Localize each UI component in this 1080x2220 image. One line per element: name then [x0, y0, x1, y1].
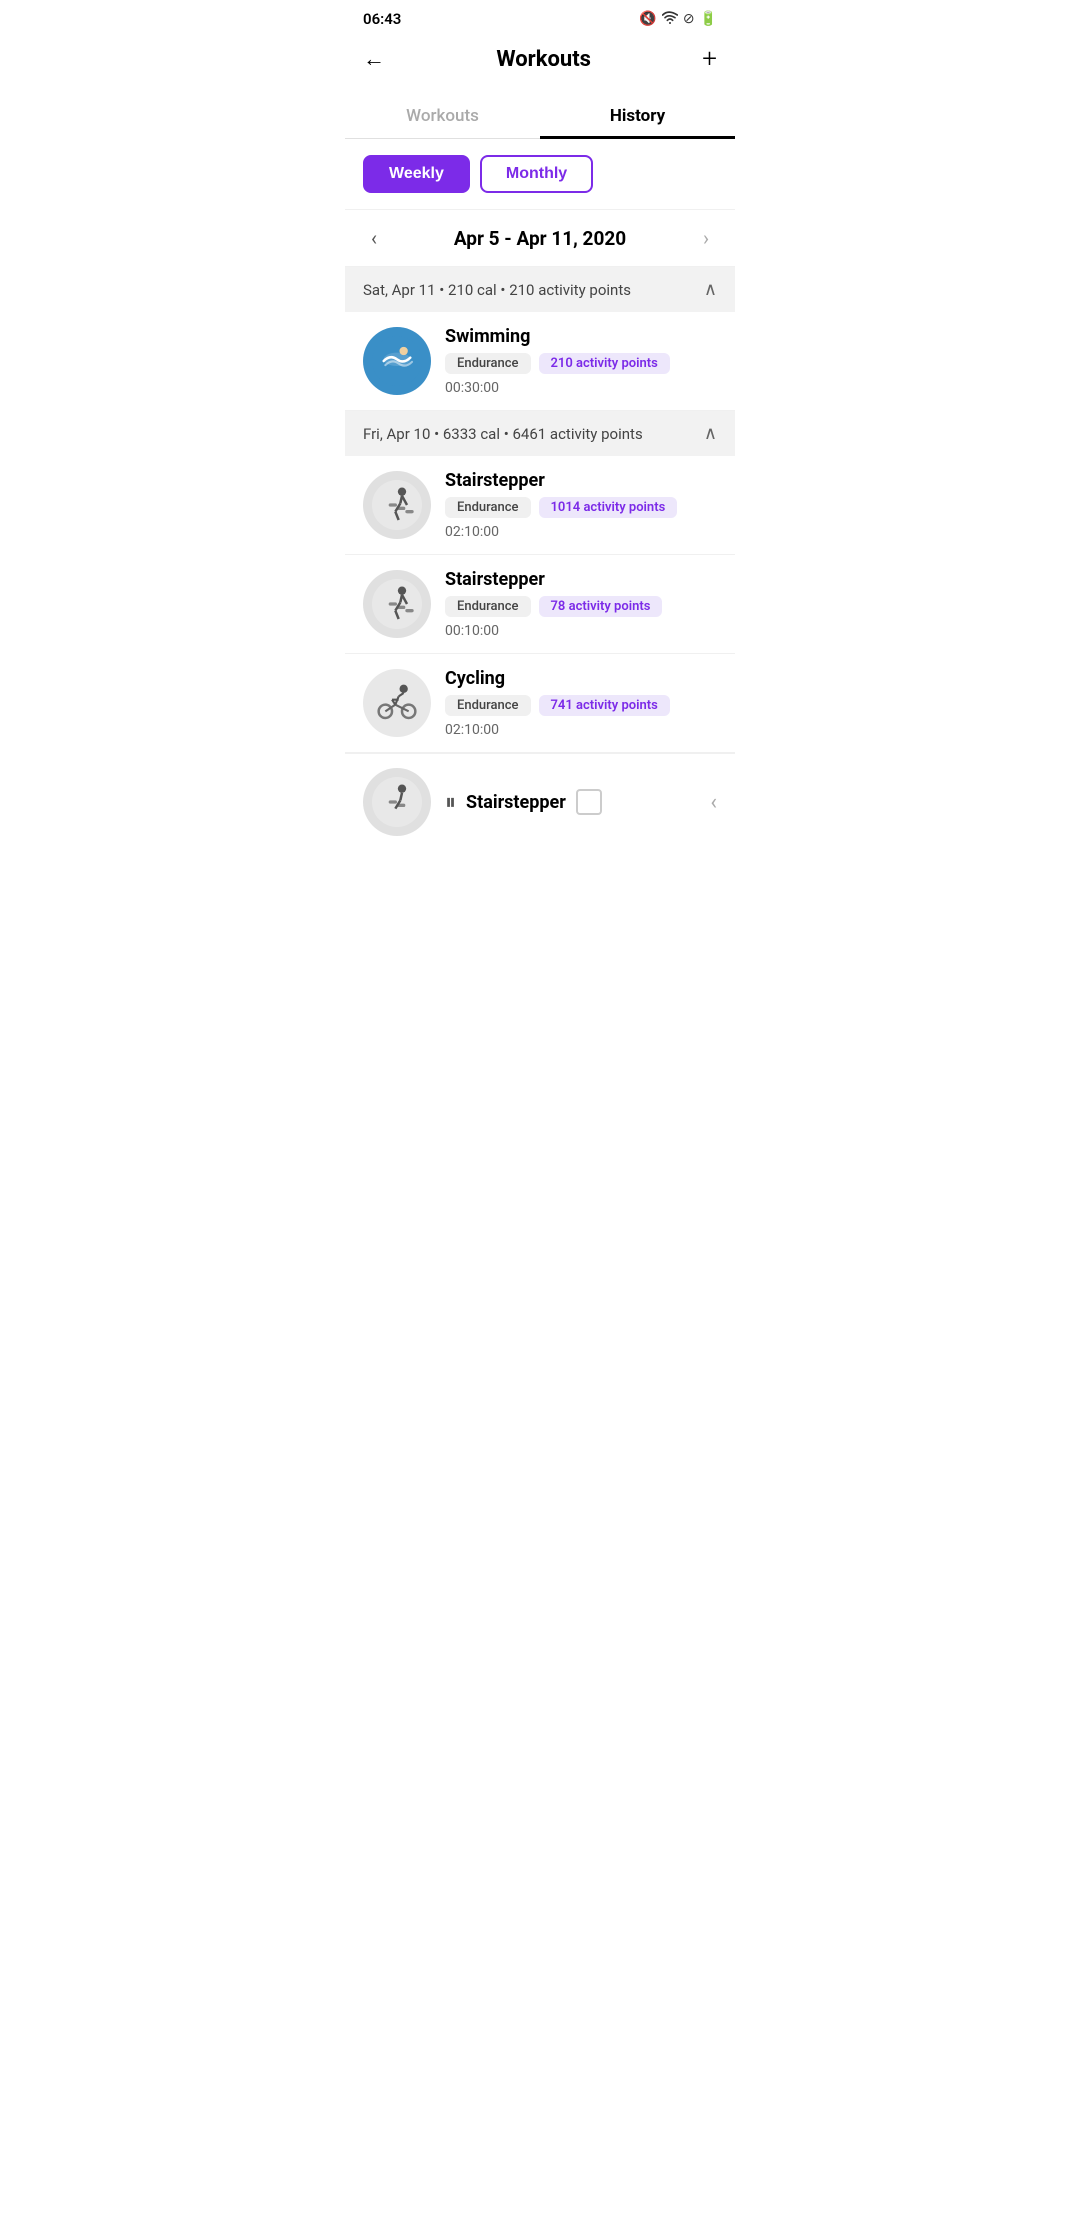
workout-info-cycling: Cycling Endurance 741 activity points 02… — [445, 668, 717, 738]
points-tag-stairstepper-1: 1014 activity points — [539, 497, 678, 518]
date-nav: ‹ Apr 5 - Apr 11, 2020 › — [345, 209, 735, 267]
next-date-button[interactable]: › — [695, 222, 717, 254]
duration-stairstepper-2: 00:10:00 — [445, 623, 717, 639]
workout-info-stairstepper-2: Stairstepper Endurance 78 activity point… — [445, 569, 717, 639]
status-bar: 06:43 🔇 ⊘ 🔋 — [345, 0, 735, 34]
date-range-label: Apr 5 - Apr 11, 2020 — [454, 227, 626, 250]
workout-avatar-stairstepper-2 — [363, 570, 431, 638]
workout-item-stairstepper-1[interactable]: Stairstepper Endurance 1014 activity poi… — [345, 456, 735, 555]
partial-workout-name: Stairstepper — [466, 792, 566, 813]
workout-avatar-stairstepper-1 — [363, 471, 431, 539]
points-tag-stairstepper-2: 78 activity points — [539, 596, 663, 617]
workout-name-swimming: Swimming — [445, 326, 717, 347]
wifi-icon — [662, 10, 678, 28]
workout-avatar-stairstepper-partial — [363, 768, 431, 836]
page-header: ← Workouts + — [345, 34, 735, 92]
filter-row: Weekly Monthly — [345, 139, 735, 209]
workout-tags-swimming: Endurance 210 activity points — [445, 353, 717, 374]
back-button[interactable]: ← — [363, 46, 385, 72]
workout-item-stairstepper-partial[interactable]: ⏸ Stairstepper ‹ — [345, 753, 735, 850]
add-button[interactable]: + — [702, 44, 717, 74]
duration-swimming: 00:30:00 — [445, 380, 717, 396]
muted-icon: 🔇 — [639, 11, 656, 27]
endurance-tag-stairstepper-2: Endurance — [445, 596, 531, 617]
back-partial-icon[interactable]: ‹ — [710, 790, 717, 815]
partial-info: ⏸ Stairstepper ‹ — [445, 789, 717, 815]
status-time: 06:43 — [363, 10, 401, 28]
endurance-tag-swimming: Endurance — [445, 353, 531, 374]
workout-item-swimming[interactable]: Swimming Endurance 210 activity points 0… — [345, 312, 735, 411]
status-icons: 🔇 ⊘ 🔋 — [639, 10, 717, 28]
workout-name-stairstepper-2: Stairstepper — [445, 569, 717, 590]
pause-icon: ⏸ — [445, 790, 456, 815]
workout-info-swimming: Swimming Endurance 210 activity points 0… — [445, 326, 717, 396]
day-section-sat-apr-11[interactable]: Sat, Apr 11 • 210 cal • 210 activity poi… — [345, 267, 735, 312]
workout-avatar-cycling — [363, 669, 431, 737]
workout-item-stairstepper-2[interactable]: Stairstepper Endurance 78 activity point… — [345, 555, 735, 654]
battery-icon: 🔋 — [700, 11, 717, 27]
dnd-icon: ⊘ — [683, 11, 695, 27]
day-collapse-sat-icon[interactable]: ∧ — [704, 279, 717, 300]
duration-stairstepper-1: 02:10:00 — [445, 524, 717, 540]
workout-avatar-swimming — [363, 327, 431, 395]
tab-workouts[interactable]: Workouts — [345, 92, 540, 138]
day-header-sat-text: Sat, Apr 11 • 210 cal • 210 activity poi… — [363, 281, 631, 299]
endurance-tag-cycling: Endurance — [445, 695, 531, 716]
tab-history[interactable]: History — [540, 92, 735, 138]
workout-name-stairstepper-1: Stairstepper — [445, 470, 717, 491]
workout-info-stairstepper-1: Stairstepper Endurance 1014 activity poi… — [445, 470, 717, 540]
day-section-fri-apr-10[interactable]: Fri, Apr 10 • 6333 cal • 6461 activity p… — [345, 411, 735, 456]
tab-bar: Workouts History — [345, 92, 735, 139]
workout-item-cycling[interactable]: Cycling Endurance 741 activity points 02… — [345, 654, 735, 753]
checkbox-icon[interactable] — [576, 789, 602, 815]
workout-tags-cycling: Endurance 741 activity points — [445, 695, 717, 716]
points-tag-swimming: 210 activity points — [539, 353, 670, 374]
day-collapse-fri-icon[interactable]: ∧ — [704, 423, 717, 444]
weekly-filter-button[interactable]: Weekly — [363, 155, 470, 193]
workout-tags-stairstepper-2: Endurance 78 activity points — [445, 596, 717, 617]
prev-date-button[interactable]: ‹ — [363, 222, 385, 254]
workout-tags-stairstepper-1: Endurance 1014 activity points — [445, 497, 717, 518]
points-tag-cycling: 741 activity points — [539, 695, 670, 716]
monthly-filter-button[interactable]: Monthly — [480, 155, 593, 193]
page-title: Workouts — [496, 47, 591, 72]
day-header-fri-text: Fri, Apr 10 • 6333 cal • 6461 activity p… — [363, 425, 643, 443]
workout-name-cycling: Cycling — [445, 668, 717, 689]
duration-cycling: 02:10:00 — [445, 722, 717, 738]
endurance-tag-stairstepper-1: Endurance — [445, 497, 531, 518]
